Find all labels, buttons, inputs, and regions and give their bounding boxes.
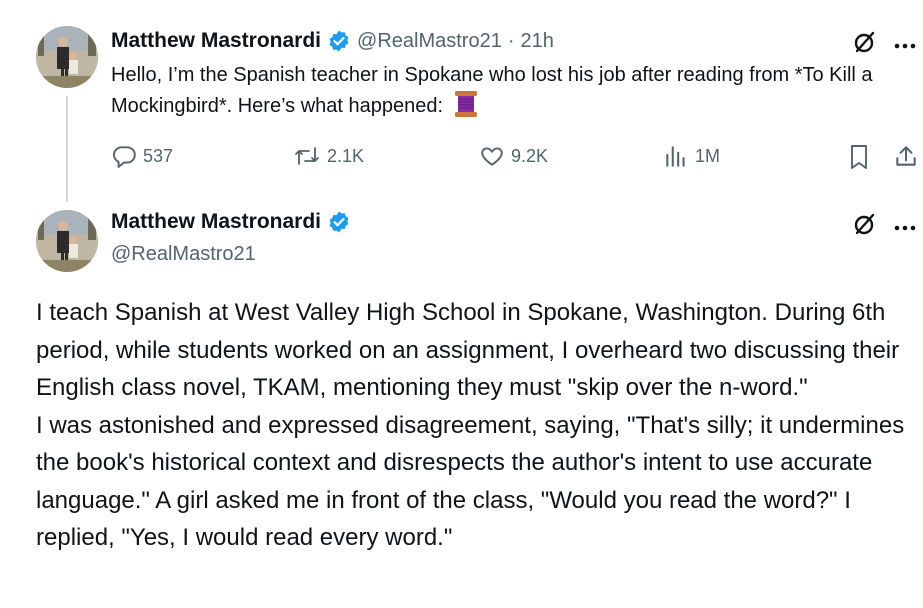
tweet2-text: I teach Spanish at West Valley High Scho… [36,294,916,557]
tweet1-header: Matthew Mastronardi @RealMastro21 · 21h [111,29,554,53]
reply-count: 537 [143,145,174,166]
reply-button[interactable]: 537 [111,143,173,169]
retweet-count: 2.1K [327,145,365,166]
author-handle[interactable]: @RealMastro21 [357,30,502,53]
tweet2-header: Matthew Mastronardi [111,210,351,234]
more-options-icon[interactable] [893,220,917,232]
post-time[interactable]: 21h [521,30,554,53]
like-button[interactable]: 9.2K [479,143,548,169]
tweet1-body: Hello, I’m the Spanish teacher in Spokan… [111,64,873,117]
like-count: 9.2K [511,145,549,166]
retweet-button[interactable]: 2.1K [293,143,364,169]
views-button[interactable]: 1M [663,143,720,169]
analytics-icon [666,146,685,167]
grok-icon[interactable] [852,29,878,60]
tweet2-paragraph: I was astonished and expressed disagreem… [36,411,905,552]
avatar[interactable] [36,210,98,272]
heart-icon [481,147,503,166]
avatar[interactable] [36,26,98,88]
thread-connector [66,96,68,202]
view-count: 1M [695,145,721,166]
bookmark-icon [851,145,867,169]
author-name[interactable]: Matthew Mastronardi [111,210,321,234]
profile-photo [36,26,98,88]
grok-icon[interactable] [852,211,878,242]
author-name[interactable]: Matthew Mastronardi [111,29,321,53]
bookmark-button[interactable] [847,144,871,175]
reply-icon [113,146,136,168]
share-button[interactable] [893,143,919,174]
tweet1-text: Hello, I’m the Spanish teacher in Spokan… [111,60,891,127]
tweet2-paragraph: I teach Spanish at West Valley High Scho… [36,299,900,401]
separator-dot: · [507,29,515,52]
retweet-icon [295,147,319,165]
author-handle[interactable]: @RealMastro21 [111,243,256,266]
verified-badge-icon [327,210,351,234]
profile-photo [36,210,98,272]
more-options-icon[interactable] [893,38,917,50]
share-icon [896,146,916,166]
spool-of-thread-icon [453,90,479,127]
verified-badge-icon [327,29,351,53]
